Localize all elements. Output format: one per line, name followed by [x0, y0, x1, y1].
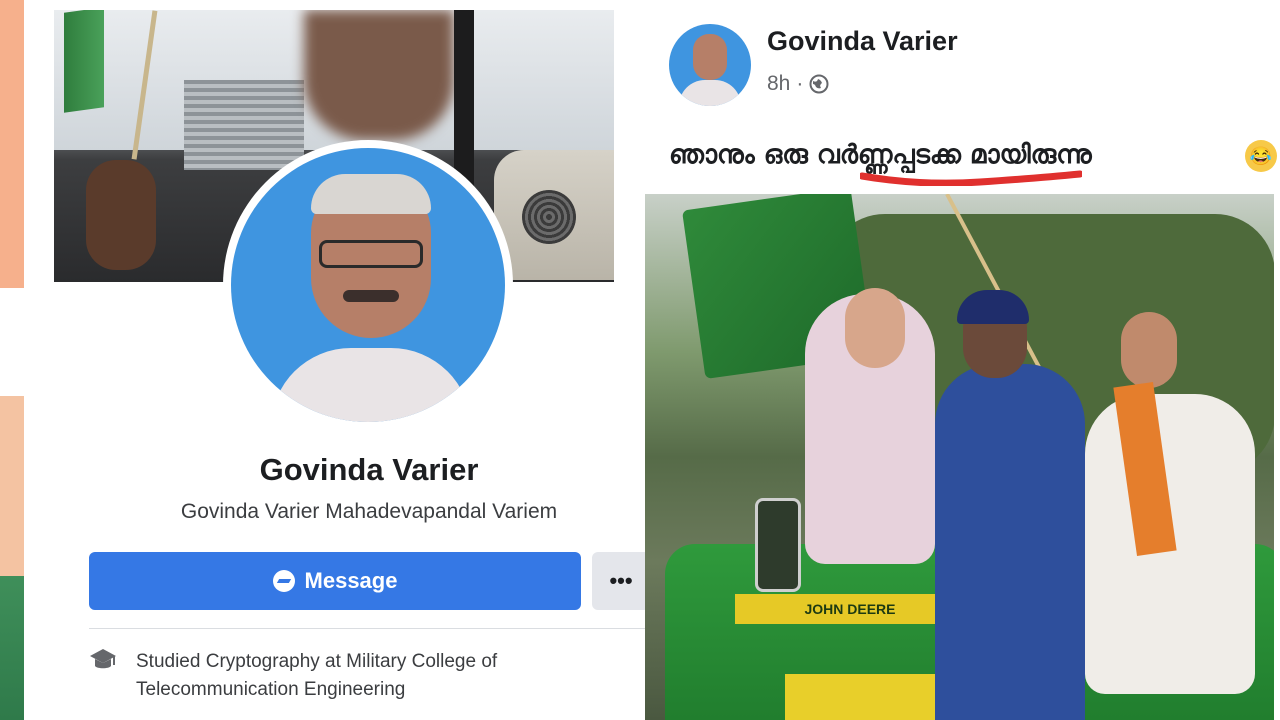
message-button[interactable]: Message [89, 552, 581, 610]
photo-person-center [935, 364, 1085, 720]
post-timestamp[interactable]: 8h [767, 72, 790, 96]
post-author-name[interactable]: Govinda Varier [767, 26, 958, 57]
post-meta: 8h · [767, 72, 829, 96]
profile-full-name: Govinda Varier Mahadevapandal Variem [180, 500, 558, 523]
profile-avatar-photo [231, 148, 505, 422]
messenger-icon [272, 570, 295, 592]
photo-person-left-head [845, 288, 905, 368]
photo-tractor-brand: JOHN DEERE [735, 594, 965, 624]
message-button-label: Message [304, 568, 398, 593]
red-underline-mark [860, 170, 1082, 186]
divider [89, 628, 651, 629]
more-icon: ••• [609, 568, 633, 593]
post-avatar-shirt [679, 80, 741, 106]
avatar-shirt [271, 348, 471, 422]
post-photo[interactable]: JOHN DEERE [645, 194, 1274, 720]
education-row: Studied Cryptography at Military College… [89, 645, 649, 707]
cover-flag [64, 10, 104, 113]
photo-mirror [755, 498, 801, 592]
education-text: Studied Cryptography at Military College… [136, 651, 498, 700]
profile-name: Govinda Varier [259, 452, 479, 487]
cover-vent [522, 190, 576, 244]
graduation-cap-icon [90, 649, 116, 669]
laughing-emoji-icon: 😂 [1245, 140, 1277, 172]
more-options-button[interactable]: ••• [592, 552, 650, 610]
cover-shutter [184, 80, 304, 170]
globe-icon [809, 74, 829, 94]
profile-avatar[interactable] [223, 140, 513, 430]
post-panel: Govinda Varier 8h · ഞാനും ഒരു വർണ്ണപ്പടക… [645, 0, 1280, 720]
left-edge-strip [0, 0, 30, 720]
post-avatar-head [693, 34, 727, 80]
avatar-hair [311, 174, 431, 214]
meta-separator: · [796, 72, 804, 95]
post-caption: ഞാനും ഒരു വർണ്ണപ്പടക്ക മായിരുന്നു [669, 140, 1092, 170]
cover-blurred-face [304, 10, 454, 140]
avatar-mustache [343, 290, 399, 302]
photo-person-right-head [1121, 312, 1177, 388]
profile-panel: Govinda Varier Govinda Varier Mahadevapa… [36, 0, 651, 720]
avatar-glasses [319, 240, 423, 268]
post-author-avatar[interactable] [669, 24, 751, 106]
cover-hand [86, 160, 156, 270]
